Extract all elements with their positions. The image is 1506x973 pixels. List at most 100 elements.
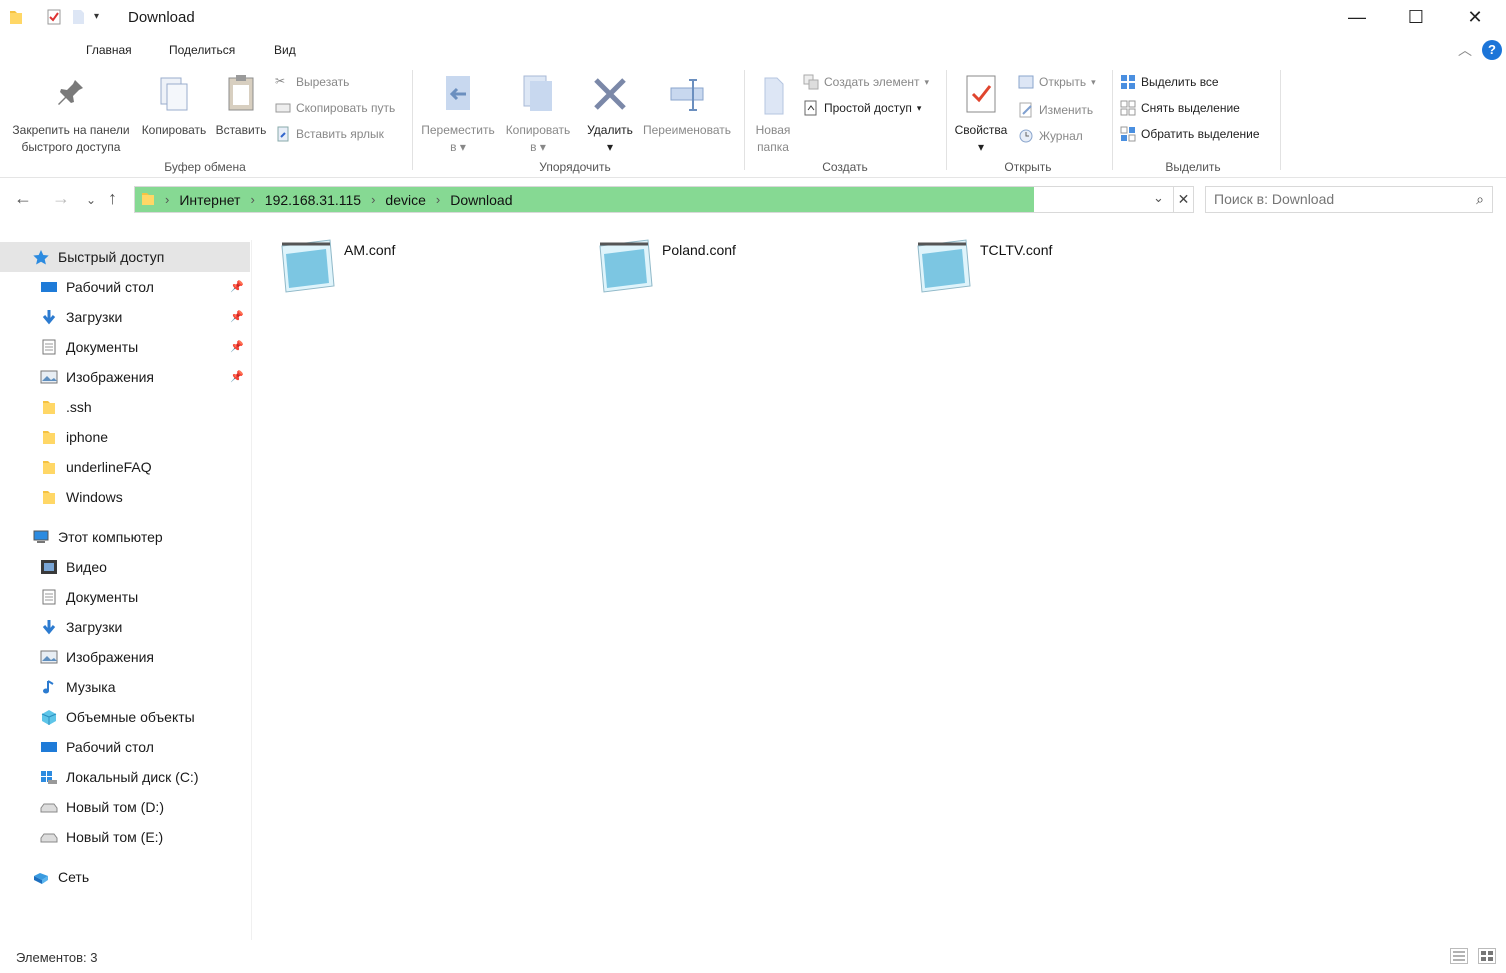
- nav-item-folder[interactable]: Windows: [0, 482, 250, 512]
- nav-this-pc[interactable]: Этот компьютер: [0, 522, 250, 552]
- network-icon: [32, 869, 50, 885]
- folder-icon[interactable]: [8, 8, 24, 26]
- details-view-icon[interactable]: [1450, 948, 1468, 964]
- chevron-right-icon[interactable]: ›: [436, 192, 440, 207]
- nav-quick-access[interactable]: Быстрый доступ: [0, 242, 250, 272]
- forward-arrow-icon[interactable]: →: [52, 188, 70, 209]
- pin-icon[interactable]: 📌: [230, 310, 244, 323]
- breadcrumb-item[interactable]: device: [385, 192, 425, 208]
- invert-selection-button[interactable]: Обратить выделение: [1120, 126, 1260, 142]
- close-icon[interactable]: ✕: [1173, 187, 1193, 212]
- nav-item-documents[interactable]: Документы 📌: [0, 332, 250, 362]
- close-button[interactable]: ✕: [1446, 0, 1504, 34]
- select-none-button[interactable]: Снять выделение: [1120, 100, 1240, 116]
- new-folder-icon[interactable]: [70, 8, 86, 26]
- navigation-pane: Быстрый доступ Рабочий стол 📌 Загрузки 📌…: [0, 240, 252, 940]
- properties-icon: [963, 72, 999, 116]
- file-item[interactable]: AM.conf: [276, 236, 576, 298]
- nav-item-drive-d[interactable]: Новый том (D:): [0, 792, 250, 822]
- nav-item-music[interactable]: Музыка: [0, 672, 250, 702]
- paste-shortcut-button[interactable]: Вставить ярлык: [275, 126, 384, 142]
- nav-item-downloads[interactable]: Загрузки 📌: [0, 302, 250, 332]
- chevron-down-icon[interactable]: ⌄: [1153, 190, 1164, 206]
- large-icons-view-icon[interactable]: [1478, 948, 1496, 964]
- properties-icon[interactable]: [46, 8, 62, 26]
- pin-to-quick-access-button[interactable]: Закрепить на панели быстрого доступа: [6, 72, 136, 156]
- pictures-icon: [40, 369, 58, 385]
- folder-icon: [40, 459, 58, 475]
- file-item[interactable]: Poland.conf: [594, 236, 894, 298]
- tab-share[interactable]: Поделиться: [169, 43, 235, 57]
- select-all-button[interactable]: Выделить все: [1120, 74, 1219, 90]
- pin-icon[interactable]: 📌: [230, 280, 244, 293]
- music-icon: [40, 679, 58, 695]
- edit-button[interactable]: Изменить: [1018, 102, 1093, 118]
- edit-icon: [1018, 102, 1034, 118]
- tab-home[interactable]: Главная: [86, 43, 132, 57]
- nav-item-drive-e[interactable]: Новый том (E:): [0, 822, 250, 852]
- search-input[interactable]: [1214, 191, 1454, 207]
- nav-item-folder[interactable]: underlineFAQ: [0, 452, 250, 482]
- pin-icon[interactable]: 📌: [230, 340, 244, 353]
- minimize-button[interactable]: —: [1328, 0, 1386, 34]
- nav-item-documents[interactable]: Документы: [0, 582, 250, 612]
- breadcrumb-item[interactable]: Интернет: [179, 192, 240, 208]
- back-arrow-icon[interactable]: ←: [14, 188, 32, 209]
- tab-view[interactable]: Вид: [274, 43, 296, 57]
- video-icon: [40, 559, 58, 575]
- maximize-button[interactable]: ☐: [1387, 0, 1445, 34]
- easy-access-button[interactable]: Простой доступ ▾: [803, 100, 921, 116]
- notepad-file-icon: [276, 236, 336, 294]
- new-folder-button[interactable]: Новая папка: [748, 72, 798, 156]
- 3d-objects-icon: [40, 709, 58, 725]
- help-icon[interactable]: ?: [1482, 40, 1502, 60]
- breadcrumb-item[interactable]: Download: [450, 192, 512, 208]
- new-item-button[interactable]: Создать элемент ▾: [803, 74, 929, 90]
- properties-button[interactable]: Свойства ▾: [950, 72, 1012, 156]
- paste-icon: [223, 72, 259, 116]
- ribbon-divider: [744, 70, 745, 170]
- drive-c-icon: [40, 769, 58, 785]
- paste-button[interactable]: Вставить: [212, 72, 270, 139]
- nav-item-3d-objects[interactable]: Объемные объекты: [0, 702, 250, 732]
- group-label-clipboard: Буфер обмена: [164, 160, 246, 174]
- nav-item-pictures[interactable]: Изображения: [0, 642, 250, 672]
- cut-button[interactable]: ✂ Вырезать: [275, 74, 349, 90]
- chevron-right-icon[interactable]: ›: [250, 192, 254, 207]
- search-icon[interactable]: ⌕: [1476, 191, 1484, 208]
- collapse-ribbon-icon[interactable]: ︿: [1458, 40, 1472, 60]
- open-button[interactable]: Открыть ▾: [1018, 74, 1096, 90]
- copy-path-button[interactable]: Скопировать путь: [275, 100, 395, 116]
- breadcrumb-item[interactable]: 192.168.31.115: [265, 192, 361, 208]
- chevron-right-icon[interactable]: ›: [165, 192, 169, 207]
- nav-item-desktop[interactable]: Рабочий стол 📌: [0, 272, 250, 302]
- up-arrow-icon[interactable]: ↑: [108, 188, 117, 209]
- chevron-right-icon[interactable]: ›: [371, 192, 375, 207]
- nav-item-pictures[interactable]: Изображения 📌: [0, 362, 250, 392]
- delete-button[interactable]: Удалить ▾: [584, 72, 636, 156]
- nav-item-folder[interactable]: iphone: [0, 422, 250, 452]
- address-bar[interactable]: › Интернет › 192.168.31.115 › device › D…: [134, 186, 1194, 213]
- scissors-icon: ✂: [275, 74, 286, 88]
- view-switcher: [1450, 948, 1496, 964]
- star-icon: [32, 249, 50, 265]
- title-bar: ▾ Download — ☐ ✕: [0, 0, 1506, 36]
- nav-item-folder[interactable]: .ssh: [0, 392, 250, 422]
- qat-dropdown-icon[interactable]: ▾: [94, 8, 110, 26]
- rename-button[interactable]: Переименовать: [638, 72, 736, 139]
- nav-network[interactable]: Сеть: [0, 862, 250, 892]
- nav-item-video[interactable]: Видео: [0, 552, 250, 582]
- recent-locations-icon[interactable]: ⌄: [86, 193, 96, 207]
- search-box[interactable]: ⌕: [1205, 186, 1493, 213]
- file-item[interactable]: TCLTV.conf: [912, 236, 1212, 298]
- nav-item-downloads[interactable]: Загрузки: [0, 612, 250, 642]
- copy-to-button[interactable]: Копировать в ▾: [500, 72, 576, 156]
- history-button[interactable]: Журнал: [1018, 128, 1083, 144]
- move-to-button[interactable]: Переместить в ▾: [418, 72, 498, 156]
- history-icon: [1018, 128, 1034, 144]
- quick-access-toolbar: ▾: [8, 8, 110, 26]
- copy-button[interactable]: Копировать: [137, 72, 211, 139]
- nav-item-drive-c[interactable]: Локальный диск (C:): [0, 762, 250, 792]
- pin-icon[interactable]: 📌: [230, 370, 244, 383]
- nav-item-desktop[interactable]: Рабочий стол: [0, 732, 250, 762]
